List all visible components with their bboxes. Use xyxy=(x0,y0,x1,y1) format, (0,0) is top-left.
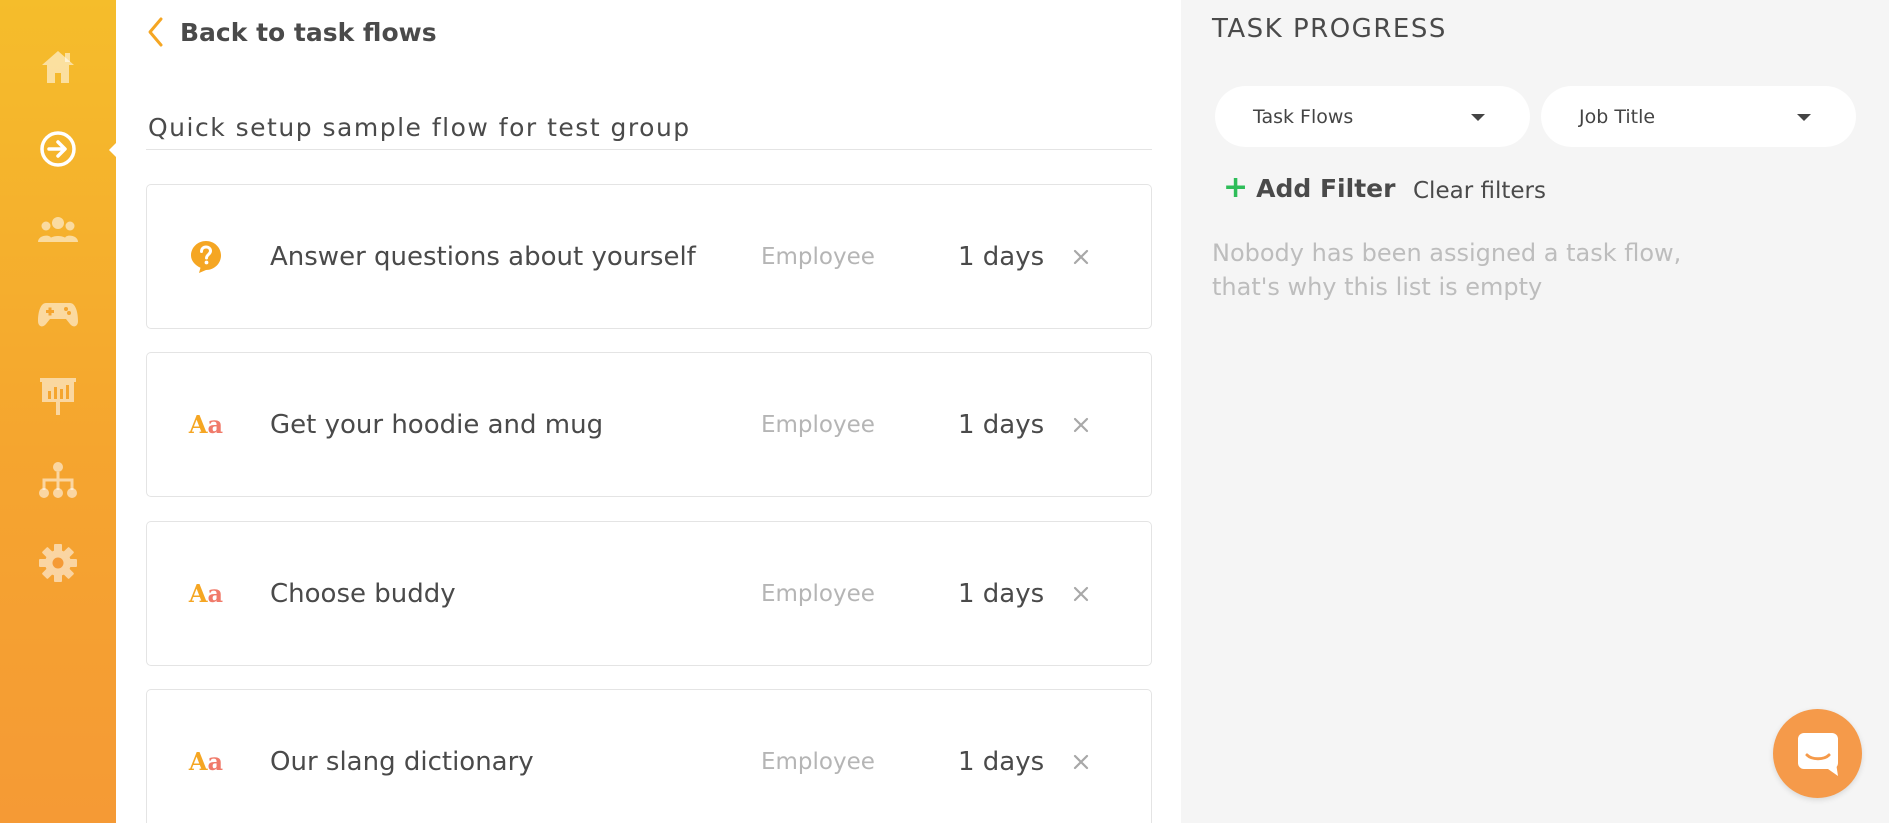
home-icon xyxy=(42,51,74,83)
chat-icon xyxy=(1797,732,1838,776)
back-link-label: Back to task flows xyxy=(180,17,437,47)
chat-launcher-button[interactable] xyxy=(1773,709,1862,798)
nav-presentations[interactable] xyxy=(0,366,116,426)
task-flows-filter-dropdown[interactable]: Task Flows xyxy=(1215,86,1530,147)
task-name: Our slang dictionary xyxy=(270,746,534,777)
empty-state-line: Nobody has been assigned a task flow, xyxy=(1212,239,1682,267)
task-flows-filter-label: Task Flows xyxy=(1253,105,1354,128)
remove-task-button[interactable] xyxy=(1070,246,1092,268)
close-icon xyxy=(1073,586,1089,601)
job-title-filter-label: Job Title xyxy=(1579,105,1656,128)
caret-down-icon xyxy=(1471,114,1485,121)
text-aa-icon: Aa xyxy=(188,578,224,608)
gamepad-icon xyxy=(38,303,78,327)
close-icon xyxy=(1073,249,1089,264)
nav-task-flows[interactable] xyxy=(0,119,116,179)
close-icon xyxy=(1073,417,1089,432)
gear-icon xyxy=(39,544,77,582)
job-title-filter-dropdown[interactable]: Job Title xyxy=(1541,86,1856,147)
remove-task-button[interactable] xyxy=(1070,751,1092,773)
flow-title[interactable]: Quick setup sample flow for test group xyxy=(146,108,1152,150)
task-role: Employee xyxy=(761,243,875,270)
text-aa-icon: Aa xyxy=(188,746,224,776)
task-row[interactable]: Aa Choose buddy Employee 1 days xyxy=(146,521,1152,666)
clear-filters-link[interactable]: Clear filters xyxy=(1413,178,1546,204)
task-row[interactable]: Aa Our slang dictionary Employee 1 days xyxy=(146,689,1152,823)
presentation-board-icon xyxy=(40,378,76,415)
caret-down-icon xyxy=(1797,114,1811,121)
back-to-task-flows-link[interactable]: Back to task flows xyxy=(146,10,437,54)
task-duration: 1 days xyxy=(958,241,1045,272)
nav-settings[interactable] xyxy=(0,533,116,593)
text-aa-icon: Aa xyxy=(188,409,224,439)
nav-people[interactable] xyxy=(0,201,116,261)
org-chart-icon xyxy=(39,462,77,498)
empty-state-line: that's why this list is empty xyxy=(1212,273,1543,301)
remove-task-button[interactable] xyxy=(1070,414,1092,436)
task-flow-editor: Back to task flows Quick setup sample fl… xyxy=(116,0,1181,823)
task-duration: 1 days xyxy=(958,409,1045,440)
task-name: Get your hoodie and mug xyxy=(270,409,604,440)
task-progress-panel: TASK PROGRESS Task Flows Job Title + Add… xyxy=(1181,0,1889,823)
nav-home[interactable] xyxy=(0,37,116,97)
arrow-right-circle-icon xyxy=(40,131,76,167)
close-icon xyxy=(1073,754,1089,769)
task-role: Employee xyxy=(761,580,875,607)
task-row[interactable]: Aa Get your hoodie and mug Employee 1 da… xyxy=(146,352,1152,497)
task-role: Employee xyxy=(761,411,875,438)
task-role: Employee xyxy=(761,748,875,775)
task-name: Answer questions about yourself xyxy=(270,241,696,272)
task-row[interactable]: Answer questions about yourself Employee… xyxy=(146,184,1152,329)
nav-gamification[interactable] xyxy=(0,284,116,344)
empty-state-message: Nobody has been assigned a task flow, th… xyxy=(1212,236,1732,304)
task-duration: 1 days xyxy=(958,578,1045,609)
plus-icon: + xyxy=(1223,170,1249,205)
nav-org-chart[interactable] xyxy=(0,450,116,510)
add-filter-button[interactable]: + Add Filter xyxy=(1223,173,1395,203)
remove-task-button[interactable] xyxy=(1070,583,1092,605)
add-filter-label: Add Filter xyxy=(1256,173,1396,203)
users-icon xyxy=(38,217,78,242)
task-duration: 1 days xyxy=(958,746,1045,777)
task-name: Choose buddy xyxy=(270,578,456,609)
sidebar xyxy=(0,0,117,823)
panel-title: TASK PROGRESS xyxy=(1212,14,1447,44)
chevron-left-icon xyxy=(148,17,163,47)
question-bubble-icon xyxy=(189,240,223,274)
